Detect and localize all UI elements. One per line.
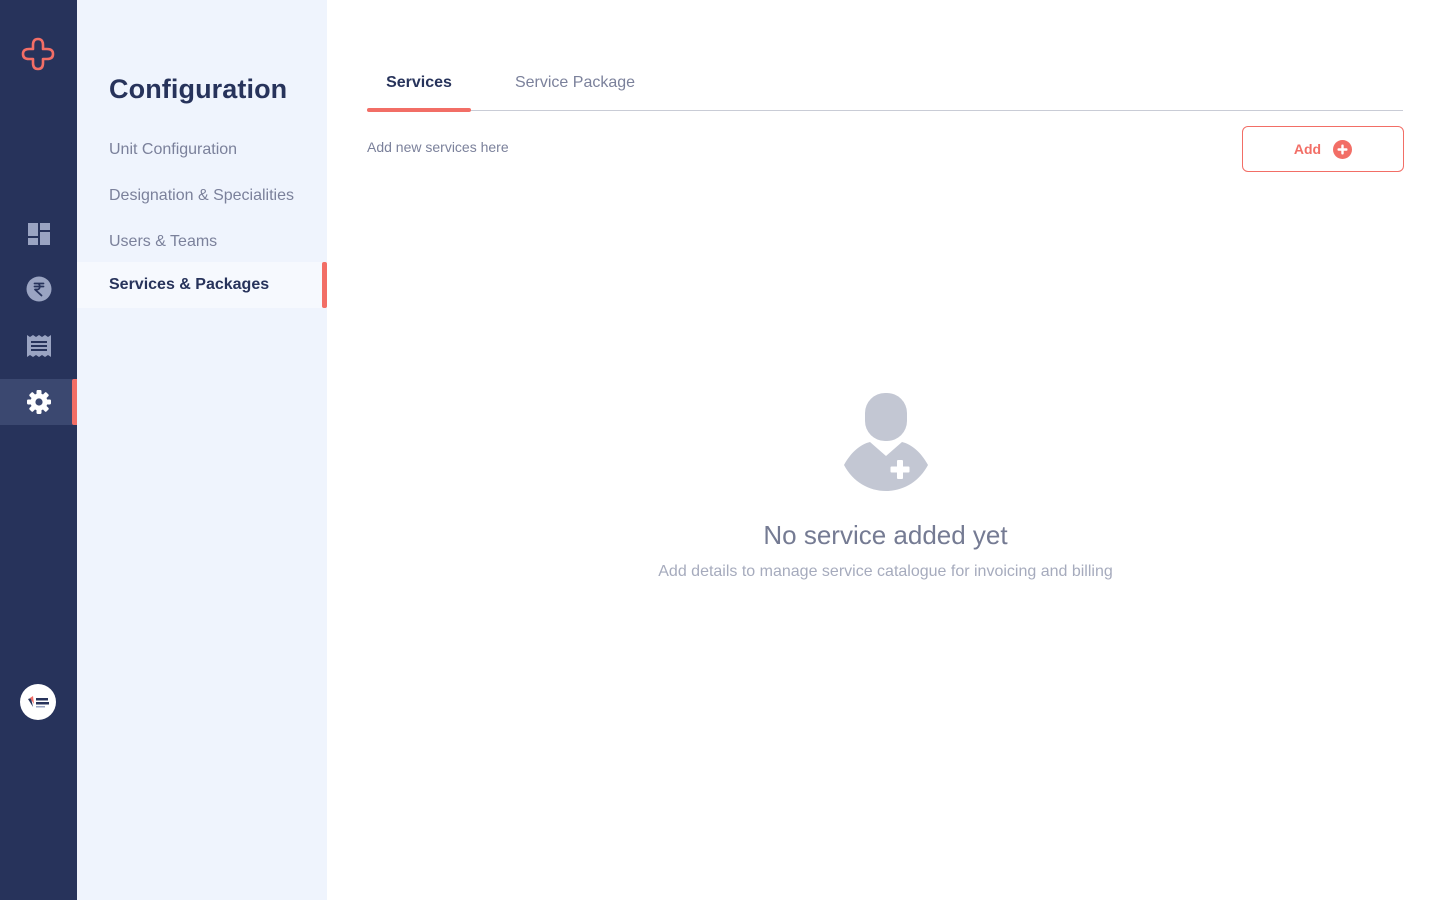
add-button[interactable]: Add: [1242, 126, 1404, 172]
main-content: Services Service Package Add new service…: [327, 0, 1440, 900]
sidebar-item-label: Users & Teams: [109, 233, 218, 250]
icon-rail: [0, 0, 77, 900]
receipt-icon[interactable]: [0, 323, 77, 369]
app: Configuration Unit Configuration Designa…: [0, 0, 1440, 900]
plus-circle-icon: [1333, 139, 1353, 159]
dashboard-icon[interactable]: [0, 211, 77, 257]
tab-service-package[interactable]: Service Package: [512, 74, 638, 111]
doctor-avatar-icon: [843, 393, 928, 491]
section-subtitle: Add new services here: [367, 139, 509, 155]
settings-icon[interactable]: [0, 379, 77, 425]
sidebar-item-users-teams[interactable]: Users & Teams: [77, 219, 327, 265]
sidebar-item-label: Unit Configuration: [109, 141, 238, 158]
tab-services[interactable]: Services: [367, 74, 471, 112]
sidebar-item-label: Services & Packages: [109, 276, 270, 293]
sidebar-item-unit-configuration[interactable]: Unit Configuration: [77, 127, 327, 173]
add-button-label: Add: [1293, 141, 1322, 157]
empty-state-description: Add details to manage service catalogue …: [658, 563, 1113, 580]
empty-state-title: No service added yet: [763, 520, 1008, 550]
sidebar-item-label: Designation & Specialities: [109, 187, 294, 204]
config-sidebar: Configuration Unit Configuration Designa…: [77, 0, 327, 900]
hospital-logo-avatar[interactable]: [20, 684, 56, 720]
config-title: Configuration: [109, 74, 288, 104]
sidebar-item-designation-specialities[interactable]: Designation & Specialities: [77, 173, 327, 219]
brand-plus-icon[interactable]: [20, 36, 56, 72]
tab-bar: Services Service Package: [367, 60, 1403, 112]
empty-state: No service added yet Add details to mana…: [327, 390, 1440, 581]
sidebar-item-services-packages[interactable]: Services & Packages: [77, 262, 327, 308]
rupee-icon[interactable]: [0, 266, 77, 312]
